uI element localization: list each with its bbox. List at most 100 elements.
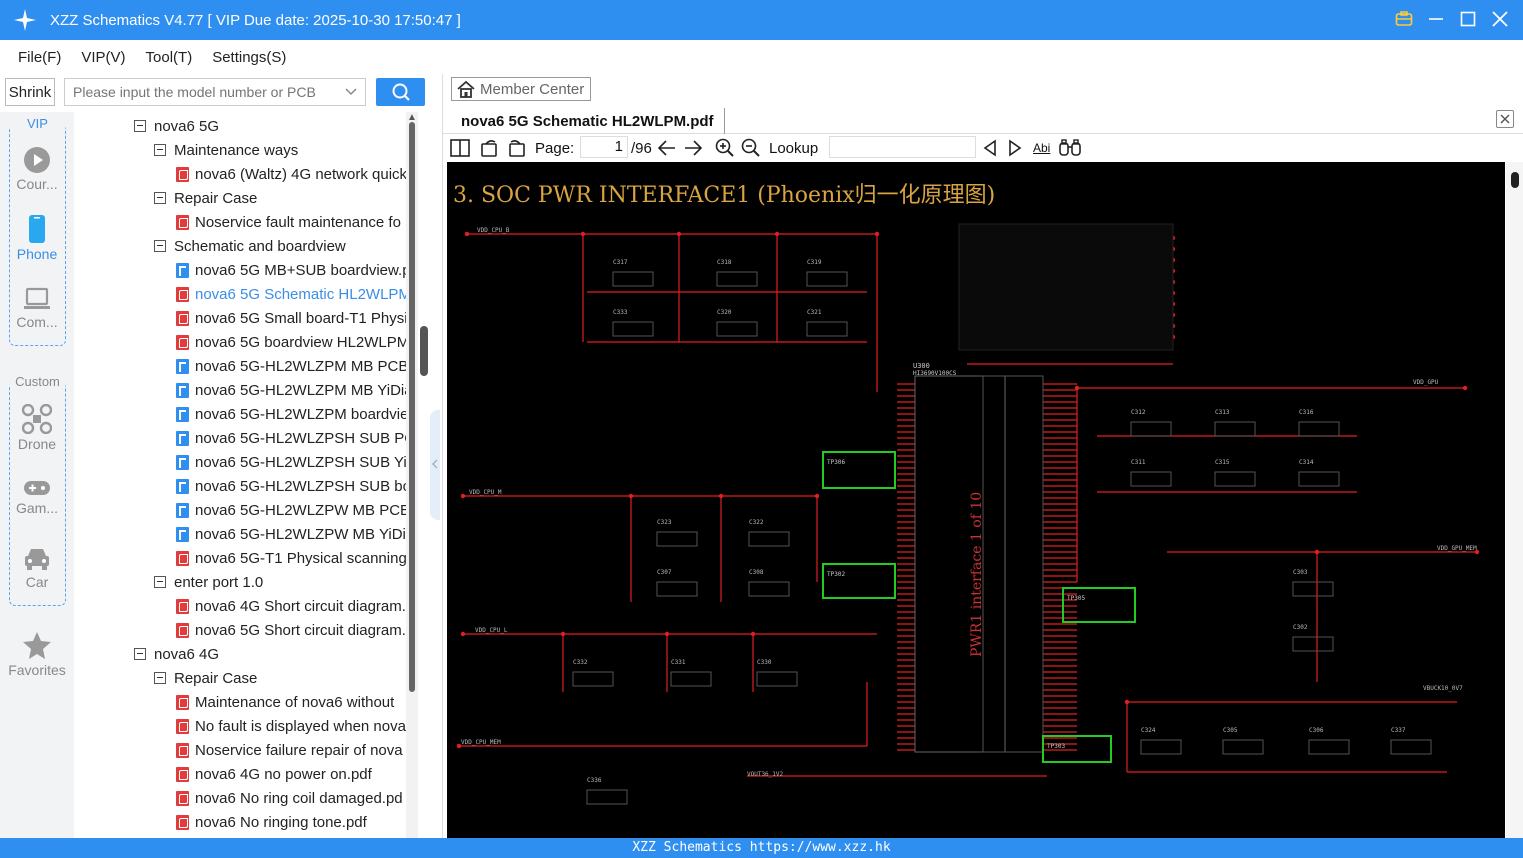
viewer-scrollbar[interactable]	[1506, 162, 1523, 838]
tree-file[interactable]: nova6 5G boardview HL2WLPM	[176, 330, 409, 354]
shrink-button[interactable]: Shrink	[5, 78, 55, 106]
tree-file[interactable]: Noservice fault maintenance fo	[176, 210, 401, 234]
chevron-left-icon	[432, 459, 438, 469]
panel-collapse-tab[interactable]	[430, 410, 440, 520]
close-button[interactable]	[1489, 8, 1511, 30]
tree-folder[interactable]: Repair Case	[154, 666, 257, 690]
tree-folder[interactable]: nova6 4G	[134, 642, 219, 666]
viewer-scroll-thumb[interactable]	[1511, 172, 1519, 188]
testpoint-highlight[interactable]	[822, 451, 896, 489]
rail-item-course[interactable]: Cour...	[0, 146, 74, 192]
tree-folder[interactable]: Schematic and boardview	[154, 234, 346, 258]
tree-item-label: Maintenance ways	[174, 141, 299, 159]
tree-file[interactable]: nova6 5G-T1 Physical scanning	[176, 546, 407, 570]
tab-title: nova6 5G Schematic HL2WLPM.pdf	[461, 112, 714, 130]
tree-file[interactable]: nova6 5G Schematic HL2WLPM	[176, 282, 411, 306]
tree-file[interactable]: nova6 No ringing tone.pdf	[176, 810, 367, 834]
rail-label-favorites: Favorites	[8, 662, 66, 678]
next-page-icon[interactable]	[683, 138, 703, 158]
menu-settings[interactable]: Settings(S)	[212, 49, 286, 66]
rotate-right-icon[interactable]	[506, 138, 526, 158]
tree-file[interactable]: Noservice failure repair of nova	[176, 738, 403, 762]
collapse-toggle-icon[interactable]	[154, 672, 166, 684]
tree-file[interactable]: nova6 5G-HL2WLZPW MB PCB	[176, 498, 410, 522]
rail-item-favorites[interactable]: Favorites	[0, 630, 74, 678]
chevron-down-icon[interactable]	[345, 83, 357, 99]
capacitor: C317	[612, 259, 654, 287]
tree-folder[interactable]: enter port 1.0	[154, 570, 263, 594]
svg-text:C311: C311	[1131, 459, 1146, 466]
tree-file[interactable]: nova6 5G Small board-T1 Physi	[176, 306, 408, 330]
collapse-toggle-icon[interactable]	[134, 648, 146, 660]
tree-file[interactable]: nova6 5G MB+SUB boardview.p	[176, 258, 411, 282]
tree-item-label: nova6 5G-HL2WLZPSH SUB boa	[195, 477, 418, 495]
search-combobox[interactable]	[64, 78, 366, 106]
tree-folder[interactable]: Maintenance ways	[154, 138, 298, 162]
tree-file[interactable]: nova6 5G-HL2WLZPM MB YiDia	[176, 378, 413, 402]
tree-file[interactable]: nova6 No ring coil damaged.pd	[176, 786, 403, 810]
member-center-button[interactable]: Member Center	[451, 77, 592, 101]
find-next-icon[interactable]	[1007, 138, 1023, 158]
lookup-input[interactable]	[829, 136, 976, 158]
tree-file[interactable]: Maintenance of nova6 without	[176, 690, 394, 714]
tree-scrollbar[interactable]: ▲	[406, 112, 418, 838]
splitter-handle[interactable]	[420, 326, 428, 376]
capacitor: C324	[1140, 727, 1182, 755]
document-tabs: nova6 5G Schematic HL2WLPM.pdf	[443, 106, 1523, 134]
collapse-toggle-icon[interactable]	[134, 120, 146, 132]
testpoint-label: TP302	[827, 571, 845, 578]
zoom-out-icon[interactable]	[741, 138, 761, 158]
tree-scroll-thumb[interactable]	[409, 122, 415, 692]
rail-item-drone[interactable]: Drone	[0, 404, 74, 452]
match-case-button[interactable]: Abi	[1033, 138, 1050, 158]
collapse-toggle-icon[interactable]	[154, 240, 166, 252]
binoculars-icon[interactable]	[1059, 138, 1081, 158]
tree-file[interactable]: nova6 4G Short circuit diagram.	[176, 594, 406, 618]
find-prev-icon[interactable]	[982, 138, 998, 158]
tree-file[interactable]: nova6 5G-HL2WLZPSH SUB PCE	[176, 426, 418, 450]
tree-file[interactable]: nova6 5G-HL2WLZPM boardvie	[176, 402, 408, 426]
tree-file[interactable]: nova6 5G-HL2WLZPSH SUB boa	[176, 474, 418, 498]
tree-file[interactable]: nova6 4G no power on.pdf	[176, 762, 372, 786]
vip-badge-icon[interactable]	[1393, 8, 1415, 30]
menu-vip[interactable]: VIP(V)	[81, 49, 125, 66]
collapse-toggle-icon[interactable]	[154, 576, 166, 588]
rail-item-phone[interactable]: Phone	[0, 214, 74, 262]
tree-file[interactable]: nova6 5G Short circuit diagram.	[176, 618, 406, 642]
rail-item-game[interactable]: Gam...	[0, 478, 74, 516]
tree-item-label: nova6 No ring coil damaged.pd	[195, 789, 403, 807]
laptop-icon	[24, 287, 50, 309]
testpoint-highlight[interactable]	[822, 563, 896, 599]
rail-item-computer[interactable]: Com...	[0, 286, 74, 330]
zoom-in-icon[interactable]	[715, 138, 735, 158]
rotate-left-icon[interactable]	[480, 138, 500, 158]
minimize-button[interactable]	[1425, 8, 1447, 30]
tree-file[interactable]: nova6 5G-HL2WLZPM MB PCB	[176, 354, 408, 378]
testpoint-label: TP305	[1067, 595, 1085, 602]
power-rail-label: VDD_CPU_M	[469, 489, 502, 496]
tree-file[interactable]: nova6 5G-HL2WLZPW MB YiDia	[176, 522, 414, 546]
tree-folder[interactable]: nova6 5G	[134, 114, 219, 138]
tree-file[interactable]: nova6 5G-HL2WLZPSH SUB YiD	[176, 450, 418, 474]
sidebar-toggle-icon[interactable]	[450, 138, 470, 158]
tree-folder[interactable]: Repair Case	[154, 186, 257, 210]
tree-file[interactable]: No fault is displayed when nova	[176, 714, 406, 738]
collapse-toggle-icon[interactable]	[154, 192, 166, 204]
tree-item-label: Noservice failure repair of nova	[195, 741, 403, 759]
maximize-button[interactable]	[1457, 8, 1479, 30]
close-tab-button[interactable]	[1496, 110, 1514, 128]
prev-page-icon[interactable]	[657, 138, 677, 158]
search-input[interactable]	[65, 79, 335, 105]
tab-schematic[interactable]: nova6 5G Schematic HL2WLPM.pdf	[451, 108, 725, 134]
rail-item-car[interactable]: Car	[0, 546, 74, 590]
tree-item-label: Schematic and boardview	[174, 237, 346, 255]
search-button[interactable]	[376, 78, 425, 106]
testpoint-highlight[interactable]	[1062, 587, 1136, 623]
menu-tool[interactable]: Tool(T)	[146, 49, 193, 66]
menu-file[interactable]: File(F)	[18, 49, 61, 66]
page-number-input[interactable]: 1	[580, 136, 628, 158]
schematic-canvas[interactable]: 3. SOC PWR INTERFACE1 (Phoenix归一化原理图) C3…	[447, 162, 1505, 838]
search-row: Shrink	[0, 74, 432, 112]
tree-file[interactable]: nova6 (Waltz) 4G network quick	[176, 162, 407, 186]
collapse-toggle-icon[interactable]	[154, 144, 166, 156]
